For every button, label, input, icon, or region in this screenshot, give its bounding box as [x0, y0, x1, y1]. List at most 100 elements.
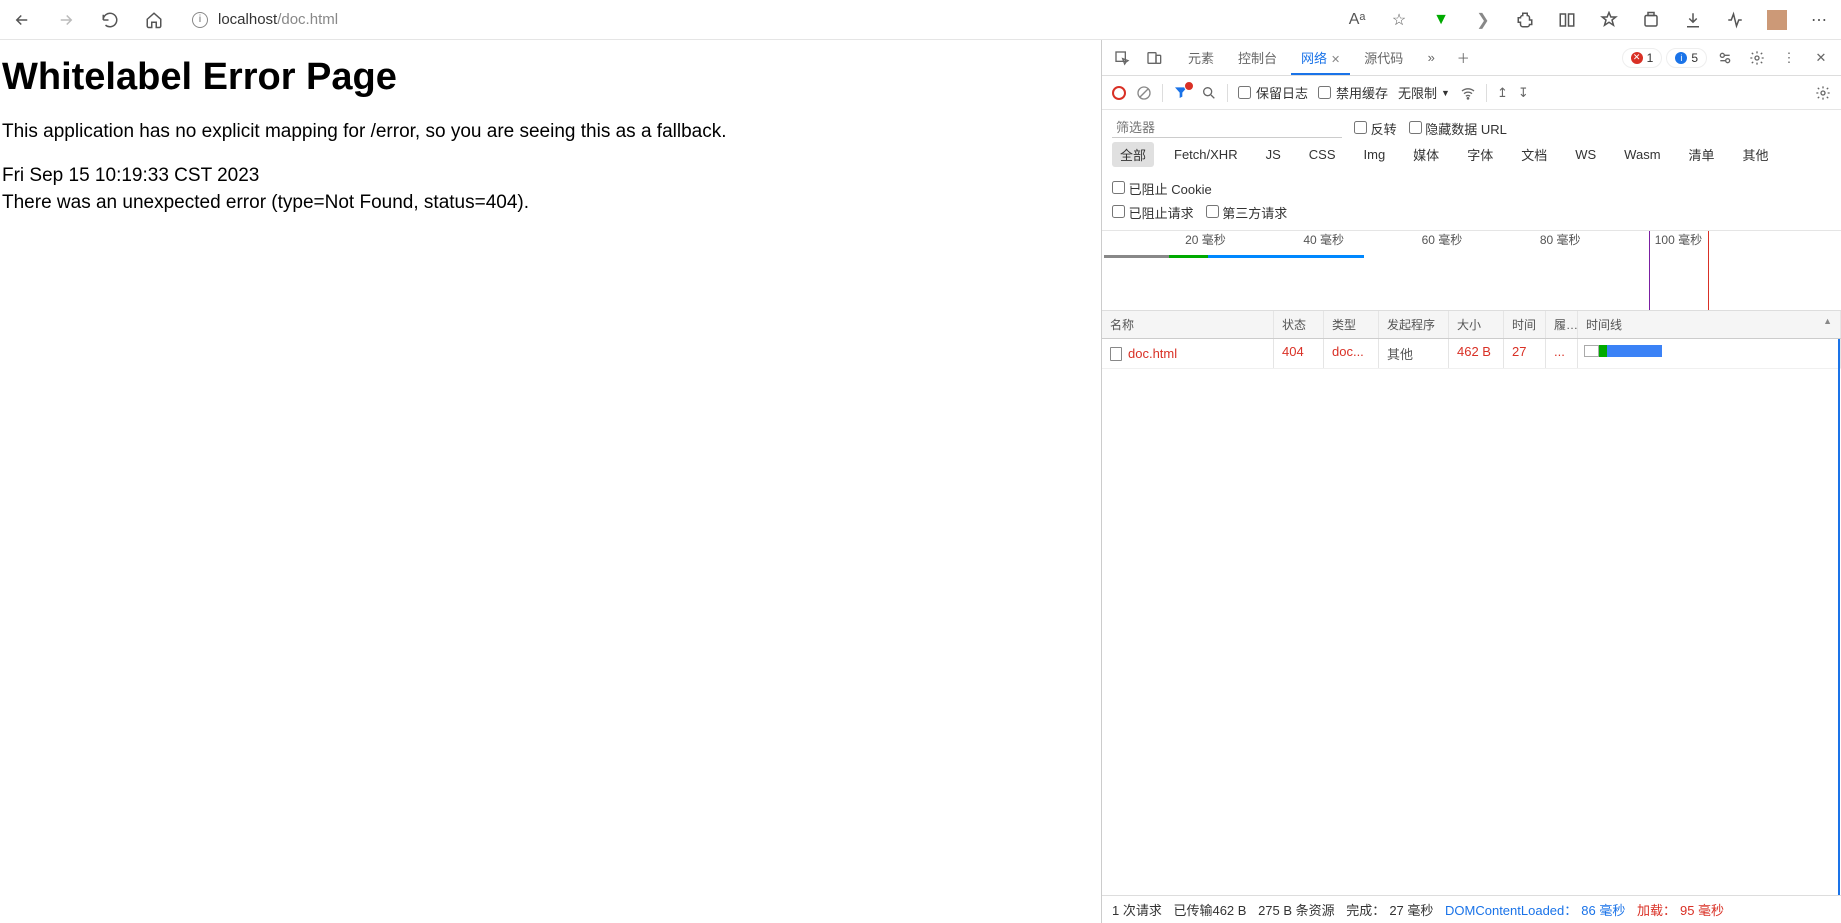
downloads-icon[interactable]	[1683, 10, 1703, 30]
record-button[interactable]	[1112, 86, 1126, 100]
close-devtools-icon[interactable]: ✕	[1807, 44, 1835, 72]
shield-icon[interactable]: ▼	[1431, 10, 1451, 30]
upload-har-icon[interactable]: ↥	[1497, 85, 1508, 101]
read-aloud-icon[interactable]: Aᵃ	[1347, 10, 1367, 30]
download-har-icon[interactable]: ↧	[1518, 85, 1529, 101]
type-filter-fetch[interactable]: Fetch/XHR	[1166, 144, 1246, 165]
throttling-select[interactable]: 无限制 ▼	[1398, 83, 1450, 102]
request-time: 27	[1504, 339, 1546, 368]
col-fulfilled[interactable]: 履...	[1546, 311, 1578, 338]
type-filter-doc[interactable]: 文档	[1513, 142, 1555, 167]
performance-icon[interactable]	[1725, 10, 1745, 30]
forward-button[interactable]	[56, 10, 76, 30]
site-info-icon[interactable]: i	[192, 12, 208, 28]
kebab-icon[interactable]: ⋮	[1775, 44, 1803, 72]
inspect-icon[interactable]	[1108, 44, 1136, 72]
type-filter-other[interactable]: 其他	[1735, 142, 1777, 167]
timeline-overview[interactable]: 20 毫秒 40 毫秒 60 毫秒 80 毫秒 100 毫秒	[1102, 231, 1841, 311]
type-filter-manifest[interactable]: 清单	[1681, 142, 1723, 167]
ruler-tick: 60 毫秒	[1422, 231, 1463, 248]
ruler-tick: 20 毫秒	[1185, 231, 1226, 248]
footer-finish-value: 27 毫秒	[1389, 900, 1433, 919]
back-button[interactable]	[12, 10, 32, 30]
error-message: This application has no explicit mapping…	[2, 121, 1099, 143]
extensions-icon[interactable]	[1515, 10, 1535, 30]
issues-icon[interactable]	[1711, 44, 1739, 72]
page-content: Whitelabel Error Page This application h…	[0, 40, 1101, 923]
favorite-icon[interactable]: ☆	[1389, 10, 1409, 30]
load-marker	[1708, 231, 1709, 310]
error-count-badge[interactable]: ✕1	[1622, 48, 1663, 68]
home-button[interactable]	[144, 10, 164, 30]
add-tab-icon[interactable]: ＋	[1449, 44, 1477, 72]
tab-console[interactable]: 控制台	[1228, 41, 1287, 74]
request-name: doc.html	[1128, 346, 1177, 361]
chevron-down-icon[interactable]: ❯	[1473, 10, 1493, 30]
col-waterfall[interactable]: 时间线	[1578, 311, 1841, 338]
col-name[interactable]: 名称	[1102, 311, 1274, 338]
footer-requests: 1 次请求	[1112, 900, 1162, 919]
clear-button[interactable]	[1136, 85, 1152, 101]
third-party-checkbox[interactable]: 第三方请求	[1206, 203, 1288, 222]
toolbar-settings-icon[interactable]	[1815, 85, 1831, 101]
search-icon[interactable]	[1201, 85, 1217, 101]
browser-toolbar: i localhost/doc.html Aᵃ ☆ ▼ ❯ ⋯	[0, 0, 1841, 40]
type-filter-js[interactable]: JS	[1258, 144, 1289, 165]
tab-sources[interactable]: 源代码	[1354, 41, 1413, 74]
dcl-marker	[1649, 231, 1650, 310]
request-fulfilled: ...	[1546, 339, 1578, 368]
col-status[interactable]: 状态	[1274, 311, 1324, 338]
footer-load-value: 95 毫秒	[1680, 900, 1724, 919]
col-time[interactable]: 时间	[1504, 311, 1546, 338]
settings-icon[interactable]	[1743, 44, 1771, 72]
preserve-log-checkbox[interactable]: 保留日志	[1238, 83, 1308, 102]
request-type: doc...	[1324, 339, 1379, 368]
profile-icon[interactable]	[1767, 10, 1787, 30]
error-detail: There was an unexpected error (type=Not …	[2, 190, 1099, 217]
col-initiator[interactable]: 发起程序	[1379, 311, 1449, 338]
network-status-bar: 1 次请求 已传输462 B 275 B 条资源 完成： 27 毫秒 DOMCo…	[1102, 895, 1841, 923]
type-filter-ws[interactable]: WS	[1567, 144, 1604, 165]
type-filter-font[interactable]: 字体	[1459, 142, 1501, 167]
more-icon[interactable]: ⋯	[1809, 10, 1829, 30]
device-toggle-icon[interactable]	[1140, 44, 1168, 72]
refresh-button[interactable]	[100, 10, 120, 30]
request-initiator: 其他	[1379, 339, 1449, 368]
footer-resources: 275 B 条资源	[1258, 900, 1335, 919]
ruler-tick: 40 毫秒	[1303, 231, 1344, 248]
more-tabs-icon[interactable]: »	[1417, 44, 1445, 72]
tab-network[interactable]: 网络✕	[1291, 41, 1350, 74]
type-filter-media[interactable]: 媒体	[1405, 142, 1447, 167]
ruler-tick: 80 毫秒	[1540, 231, 1581, 248]
close-icon[interactable]: ✕	[1331, 54, 1340, 66]
blocked-requests-checkbox[interactable]: 已阻止请求	[1112, 203, 1194, 222]
wifi-icon[interactable]	[1460, 85, 1476, 101]
footer-dcl-label: DOMContentLoaded：	[1445, 900, 1577, 919]
address-bar[interactable]: i localhost/doc.html	[180, 7, 1331, 32]
network-table-header: 名称 状态 类型 发起程序 大小 时间 履... 时间线	[1102, 311, 1841, 339]
request-size: 462 B	[1449, 339, 1504, 368]
blocked-cookies-checkbox[interactable]: 已阻止 Cookie	[1112, 179, 1212, 198]
network-row[interactable]: doc.html 404 doc... 其他 462 B 27 ...	[1102, 339, 1841, 369]
split-screen-icon[interactable]	[1557, 10, 1577, 30]
type-filter-css[interactable]: CSS	[1301, 144, 1344, 165]
type-filter-all[interactable]: 全部	[1112, 142, 1154, 167]
col-type[interactable]: 类型	[1324, 311, 1379, 338]
devtools-panel: 元素 控制台 网络✕ 源代码 » ＋ ✕1 i5 ⋮ ✕ 保留日志 禁用缓存	[1101, 40, 1841, 923]
disable-cache-checkbox[interactable]: 禁用缓存	[1318, 83, 1388, 102]
tab-elements[interactable]: 元素	[1178, 41, 1224, 74]
col-size[interactable]: 大小	[1449, 311, 1504, 338]
favorites-bar-icon[interactable]	[1599, 10, 1619, 30]
invert-checkbox[interactable]: 反转	[1354, 119, 1397, 138]
hide-data-urls-checkbox[interactable]: 隐藏数据 URL	[1409, 119, 1507, 138]
filter-input[interactable]	[1112, 118, 1342, 138]
type-filter-wasm[interactable]: Wasm	[1616, 144, 1668, 165]
type-filter-img[interactable]: Img	[1356, 144, 1394, 165]
request-status: 404	[1274, 339, 1324, 368]
info-count-badge[interactable]: i5	[1666, 48, 1707, 68]
footer-load-label: 加载：	[1637, 900, 1676, 919]
collections-icon[interactable]	[1641, 10, 1661, 30]
ruler-tick: 100 毫秒	[1655, 231, 1702, 248]
document-icon	[1110, 347, 1122, 361]
filter-icon[interactable]	[1173, 84, 1191, 102]
